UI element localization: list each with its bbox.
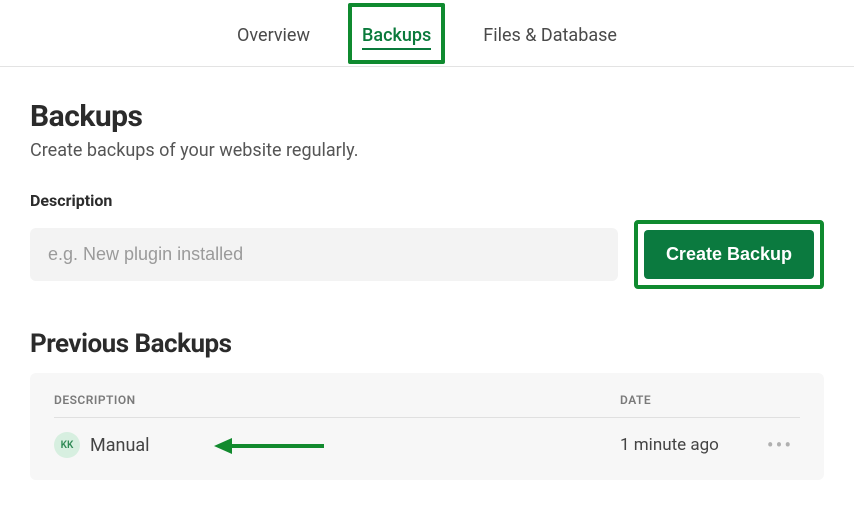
- create-backup-highlight: Create Backup: [634, 220, 824, 289]
- page-title: Backups: [30, 99, 824, 134]
- annotation-arrow-icon: [214, 436, 324, 456]
- table-row[interactable]: KK Manual 1 minute ago •••: [54, 418, 800, 472]
- main-content: Backups Create backups of your website r…: [0, 67, 854, 480]
- row-description-cell: KK Manual: [54, 432, 620, 458]
- tab-backups[interactable]: Backups: [348, 3, 445, 64]
- row-actions-menu[interactable]: •••: [760, 433, 800, 457]
- column-date: DATE: [620, 393, 800, 407]
- previous-backups-panel: DESCRIPTION DATE KK Manual 1 minute ago …: [30, 373, 824, 480]
- row-description-text: Manual: [90, 435, 150, 456]
- page-subtitle: Create backups of your website regularly…: [30, 140, 824, 161]
- description-label: Description: [30, 191, 824, 210]
- tab-files-database[interactable]: Files & Database: [473, 7, 627, 60]
- previous-backups-title: Previous Backups: [30, 329, 824, 359]
- create-backup-button[interactable]: Create Backup: [644, 230, 814, 279]
- ellipsis-icon: •••: [767, 433, 793, 457]
- tabs-nav: Overview Backups Files & Database: [0, 0, 854, 67]
- description-input[interactable]: [30, 228, 618, 281]
- column-description: DESCRIPTION: [54, 393, 620, 407]
- tab-backups-label: Backups: [362, 25, 431, 46]
- create-backup-row: Create Backup: [30, 220, 824, 289]
- row-date-text: 1 minute ago: [620, 435, 760, 455]
- avatar: KK: [54, 432, 80, 458]
- table-header: DESCRIPTION DATE: [54, 393, 800, 418]
- tab-active-underline: [362, 48, 431, 50]
- tab-overview[interactable]: Overview: [227, 7, 320, 60]
